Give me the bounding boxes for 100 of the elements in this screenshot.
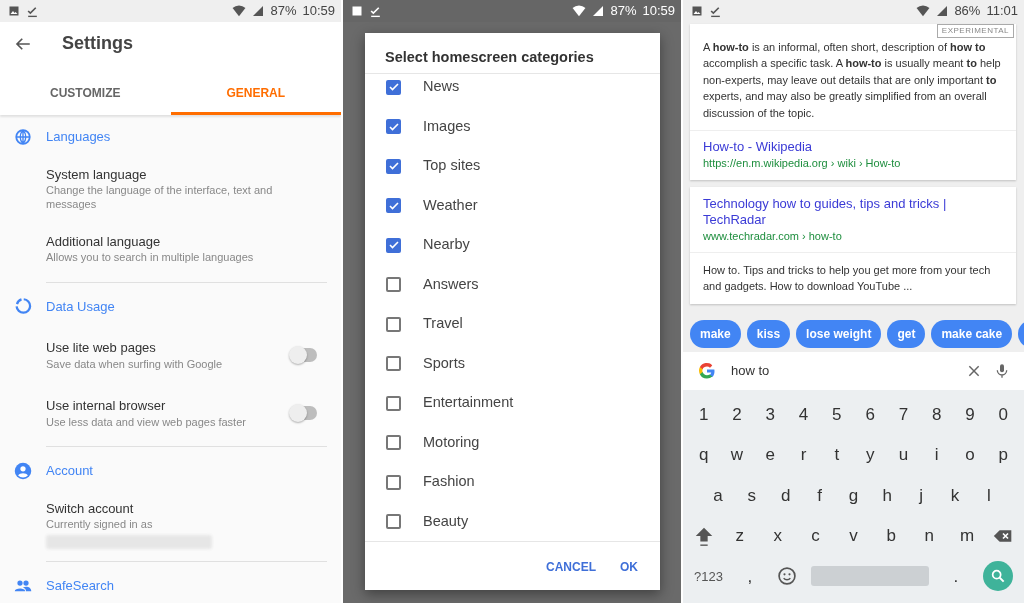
keyboard-key[interactable]: j <box>908 482 935 508</box>
keyboard-key[interactable]: p <box>990 442 1017 468</box>
setting-title[interactable]: Use internal browser <box>46 396 291 416</box>
keyboard-key[interactable]: k <box>942 482 969 508</box>
keyboard-key[interactable]: 7 <box>890 401 917 427</box>
keyboard-key[interactable]: f <box>806 482 833 508</box>
checkbox[interactable] <box>386 158 401 174</box>
result-link[interactable]: How-to - Wikipedia <box>703 139 1003 156</box>
back-arrow-icon[interactable] <box>14 35 32 53</box>
check-icon <box>26 4 39 18</box>
keyboard-key[interactable]: z <box>726 523 753 549</box>
check-icon <box>387 160 400 173</box>
setting-title[interactable]: Additional language <box>46 231 296 252</box>
keyboard-key[interactable]: 3 <box>757 401 784 427</box>
checkbox[interactable] <box>386 474 401 490</box>
g-logo-icon <box>697 361 717 381</box>
checkbox[interactable] <box>386 395 401 411</box>
checkbox[interactable] <box>386 79 401 95</box>
image-icon <box>351 5 363 17</box>
keyboard-key[interactable]: c <box>802 523 829 549</box>
category-label: Motoring <box>423 432 480 452</box>
suggestion-chip[interactable]: kiss <box>746 320 791 348</box>
tab[interactable]: CUSTOMIZE <box>0 72 171 115</box>
keyboard-key[interactable]: q <box>690 442 717 468</box>
account-icon <box>14 461 32 480</box>
check-icon <box>709 4 722 18</box>
setting-description: Use less data and view web pages faster <box>46 415 247 430</box>
keyboard-key[interactable]: o <box>957 442 983 468</box>
search-button[interactable] <box>982 561 1013 592</box>
keyboard-key[interactable]: 2 <box>723 401 750 427</box>
keyboard-key[interactable]: a <box>704 482 731 508</box>
check-icon <box>387 239 400 252</box>
experimental-tag: EXPERIMENTAL <box>936 24 1014 38</box>
close-icon[interactable] <box>966 363 982 379</box>
microphone-icon[interactable] <box>994 362 1010 380</box>
suggestion-chip[interactable]: get <box>887 320 926 348</box>
wifi-icon <box>572 4 587 18</box>
suggestion-chip[interactable]: lose weight <box>796 320 882 348</box>
keyboard-key[interactable]: 6 <box>857 401 884 427</box>
toggle-switch[interactable] <box>291 406 317 420</box>
image-icon <box>8 5 20 17</box>
setting-title[interactable]: Use lite web pages <box>46 338 291 358</box>
image-icon <box>691 5 703 17</box>
keyboard-key[interactable]: 5 <box>823 401 850 427</box>
checkbox[interactable] <box>386 356 401 372</box>
clock-time: 10:59 <box>642 2 675 21</box>
wifi-icon <box>232 4 247 18</box>
keyboard-key[interactable]: m <box>954 523 981 549</box>
keyboard-key[interactable]: l <box>975 482 1002 508</box>
keyboard-key[interactable]: 9 <box>957 401 983 427</box>
search-icon <box>989 568 1006 585</box>
keyboard-key[interactable]: b <box>878 523 905 549</box>
search-field[interactable]: how to <box>683 352 1024 390</box>
category-label: Answers <box>423 274 479 294</box>
suggestion-chip[interactable]: make <box>690 320 741 348</box>
result-snippet: How to. Tips and tricks to help you get more from your tech and gadgets. How to download YouTube ... <box>690 252 1016 304</box>
setting-title[interactable]: Switch account <box>46 498 296 518</box>
category-label: Nearby <box>423 235 470 255</box>
keyboard-key[interactable]: e <box>757 442 784 468</box>
keyboard-key[interactable]: h <box>874 482 901 508</box>
keyboard-key[interactable]: , <box>736 563 763 589</box>
dialog-title: Select homescreen categories <box>365 33 660 75</box>
keyboard-key[interactable]: d <box>772 482 799 508</box>
symbols-key[interactable]: ?123 <box>694 566 723 586</box>
checkbox[interactable] <box>386 435 401 451</box>
section-title: Account <box>46 462 93 480</box>
result-link[interactable]: Technology how to guides, tips and tricks | TechRadar <box>703 195 1003 228</box>
checkbox[interactable] <box>386 277 401 293</box>
keyboard-key[interactable]: v <box>840 523 867 549</box>
keyboard-key[interactable]: . <box>942 563 969 589</box>
keyboard-key[interactable]: 1 <box>690 401 717 427</box>
keyboard-key[interactable]: u <box>890 442 917 468</box>
keyboard-key[interactable]: 0 <box>990 401 1017 427</box>
dialog-button[interactable]: CANCEL <box>538 554 604 581</box>
keyboard-key[interactable]: 4 <box>790 401 817 427</box>
dialog-button[interactable]: OK <box>612 554 646 581</box>
checkbox[interactable] <box>386 119 401 135</box>
keyboard-key[interactable]: n <box>916 523 943 549</box>
checkbox[interactable] <box>386 237 401 253</box>
toggle-switch[interactable] <box>291 348 317 362</box>
circle-progress-icon <box>14 297 32 316</box>
keyboard-key[interactable]: x <box>764 523 791 549</box>
keyboard-key[interactable]: t <box>823 442 850 468</box>
keyboard-key[interactable]: g <box>840 482 867 508</box>
keyboard-key[interactable]: w <box>723 442 750 468</box>
setting-title[interactable]: System language <box>46 164 296 184</box>
keyboard-key[interactable]: y <box>857 442 884 468</box>
suggestion-chip[interactable]: make cake <box>931 320 1013 348</box>
keyboard-key[interactable]: i <box>923 442 950 468</box>
category-label: Travel <box>423 314 463 334</box>
checkbox[interactable] <box>386 514 401 530</box>
keyboard-key[interactable]: s <box>738 482 765 508</box>
category-label: Entertainment <box>423 393 514 413</box>
checkbox[interactable] <box>386 316 401 332</box>
emoji-icon[interactable] <box>776 566 797 587</box>
keyboard-key[interactable]: 8 <box>923 401 950 427</box>
keyboard-key[interactable]: r <box>790 442 817 468</box>
search-input[interactable]: how to <box>729 360 954 382</box>
check-icon <box>387 81 400 94</box>
checkbox[interactable] <box>386 198 401 214</box>
